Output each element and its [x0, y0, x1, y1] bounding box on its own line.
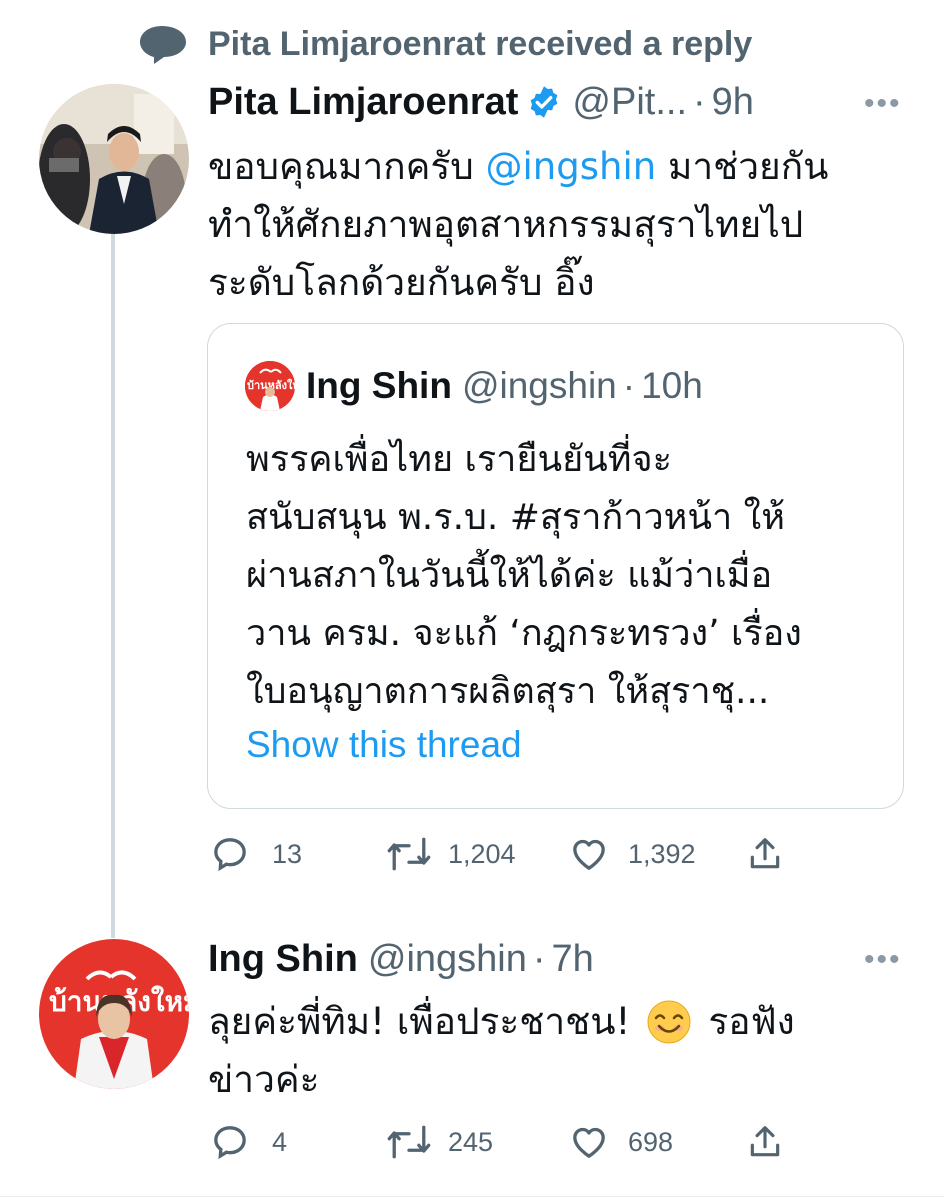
reply-icon [214, 1126, 246, 1160]
quote-author-name[interactable]: Ing Shin [306, 363, 452, 409]
tweet1-handle[interactable]: @Pit... [572, 79, 687, 125]
like-button[interactable]: 698 [568, 1122, 673, 1162]
reply-button[interactable]: 13 [210, 834, 302, 874]
tweet1-mention[interactable]: @ingshin [486, 145, 657, 188]
quote-text-line: ผ่านสภาในวันนี้ให้ได้ค่ะ แม้ว่าเมื่อ [246, 555, 773, 596]
separator-dot: · [693, 81, 706, 123]
like-button[interactable]: 1,392 [568, 834, 696, 874]
show-thread-link[interactable]: Show this thread [246, 724, 522, 766]
share-icon [750, 1126, 780, 1157]
retweet-icon [387, 837, 431, 871]
tweet2-time[interactable]: 7h [552, 936, 594, 982]
retweet-count: 1,204 [448, 838, 516, 869]
divider [0, 1196, 944, 1197]
tweet2-author-name[interactable]: Ing Shin [208, 936, 358, 982]
avatar-ingshin[interactable]: บ้านหลังใหม่ [39, 939, 189, 1089]
avatar-photo [39, 84, 189, 234]
tweet2-text-part: ลุยค่ะพี่ทิม! เพื่อประชาชน! [208, 1000, 631, 1043]
retweet-button[interactable]: 1,204 [386, 834, 516, 874]
tweet1-text-part: มาช่วยกัน [656, 145, 829, 188]
heart-icon [573, 839, 605, 870]
share-button[interactable] [746, 1122, 784, 1162]
like-count: 698 [628, 1126, 674, 1157]
tweet2-more-icon[interactable]: ••• [864, 945, 902, 975]
quote-text-line: วาน ครม. จะแก้ ‘กฎกระทรวง’ เรื่อง [246, 613, 802, 654]
retweet-icon [387, 1125, 431, 1159]
tweet1-author-name[interactable]: Pita Limjaroenrat [208, 79, 518, 125]
tweet1-more-icon[interactable]: ••• [864, 89, 902, 119]
avatar-pita[interactable] [39, 84, 189, 234]
share-button[interactable] [746, 834, 784, 874]
quote-header: Ing Shin @ingshin · 10h [306, 363, 703, 409]
tweet1-text-line: ระดับโลกด้วยกันครับ อิ๊ง [208, 261, 595, 304]
social-context-text: Pita Limjaroenrat received a reply [208, 25, 753, 63]
tweet2-text-part: รอฟัง [708, 1000, 795, 1043]
quoted-tweet-card[interactable]: บ้านหลังใหม่ Ing Shin @ingshin · 10h พรร… [207, 323, 904, 809]
quote-avatar: บ้านหลังใหม่ [245, 361, 295, 411]
heart-icon [573, 1127, 605, 1158]
quote-text-line: สนับสนุน พ.ร.บ. #สุราก้าวหน้า ให้ [246, 497, 785, 538]
quote-handle[interactable]: @ingshin [462, 363, 617, 409]
tweet2-text-line: ข่าวค่ะ [208, 1058, 320, 1101]
separator-dot: · [622, 365, 636, 406]
tweet1-header: Pita Limjaroenrat @Pit... · 9h [208, 79, 754, 125]
separator-dot: · [532, 938, 546, 980]
reply-count: 4 [272, 1126, 288, 1157]
social-context[interactable]: Pita Limjaroenrat received a reply [138, 24, 752, 64]
tweet1-text-line: ทำให้ศักยภาพอุตสาหกรรมสุราไทยไป [208, 203, 804, 246]
reply-button[interactable]: 4 [210, 1122, 287, 1162]
retweet-count: 245 [448, 1126, 494, 1157]
tweet2-text: ลุยค่ะพี่ทิม! เพื่อประชาชน! รอฟัง ข่าวค่… [208, 993, 908, 1109]
quote-text-line: ใบอนุญาตการผลิตสุรา ให้สุราชุ... [246, 671, 770, 712]
quote-text-line: พรรคเพื่อไทย เรายืนยันที่จะ [246, 439, 672, 480]
tweet1-text-part: ขอบคุณมากครับ [208, 145, 486, 188]
quote-time: 10h [641, 365, 703, 406]
tweet2-handle[interactable]: @ingshin [368, 936, 527, 982]
reply-icon [214, 838, 246, 872]
avatar-photo: บ้านหลังใหม่ [39, 939, 189, 1089]
reply-count: 13 [272, 838, 303, 869]
like-count: 1,392 [628, 838, 696, 869]
tweet2-header: Ing Shin @ingshin · 7h [208, 936, 594, 982]
smiling-face-icon [647, 1000, 691, 1044]
tweet1-time[interactable]: 9h [712, 79, 754, 125]
retweet-button[interactable]: 245 [386, 1122, 493, 1162]
speech-bubble-icon [140, 26, 186, 64]
quote-text: พรรคเพื่อไทย เรายืนยันที่จะ สนับสนุน พ.ร… [246, 431, 886, 721]
share-icon [750, 838, 780, 869]
verified-badge-icon [531, 86, 558, 118]
thread-line [111, 233, 115, 938]
tweet1-text: ขอบคุณมากครับ @ingshin มาช่วยกัน ทำให้ศั… [208, 138, 908, 312]
